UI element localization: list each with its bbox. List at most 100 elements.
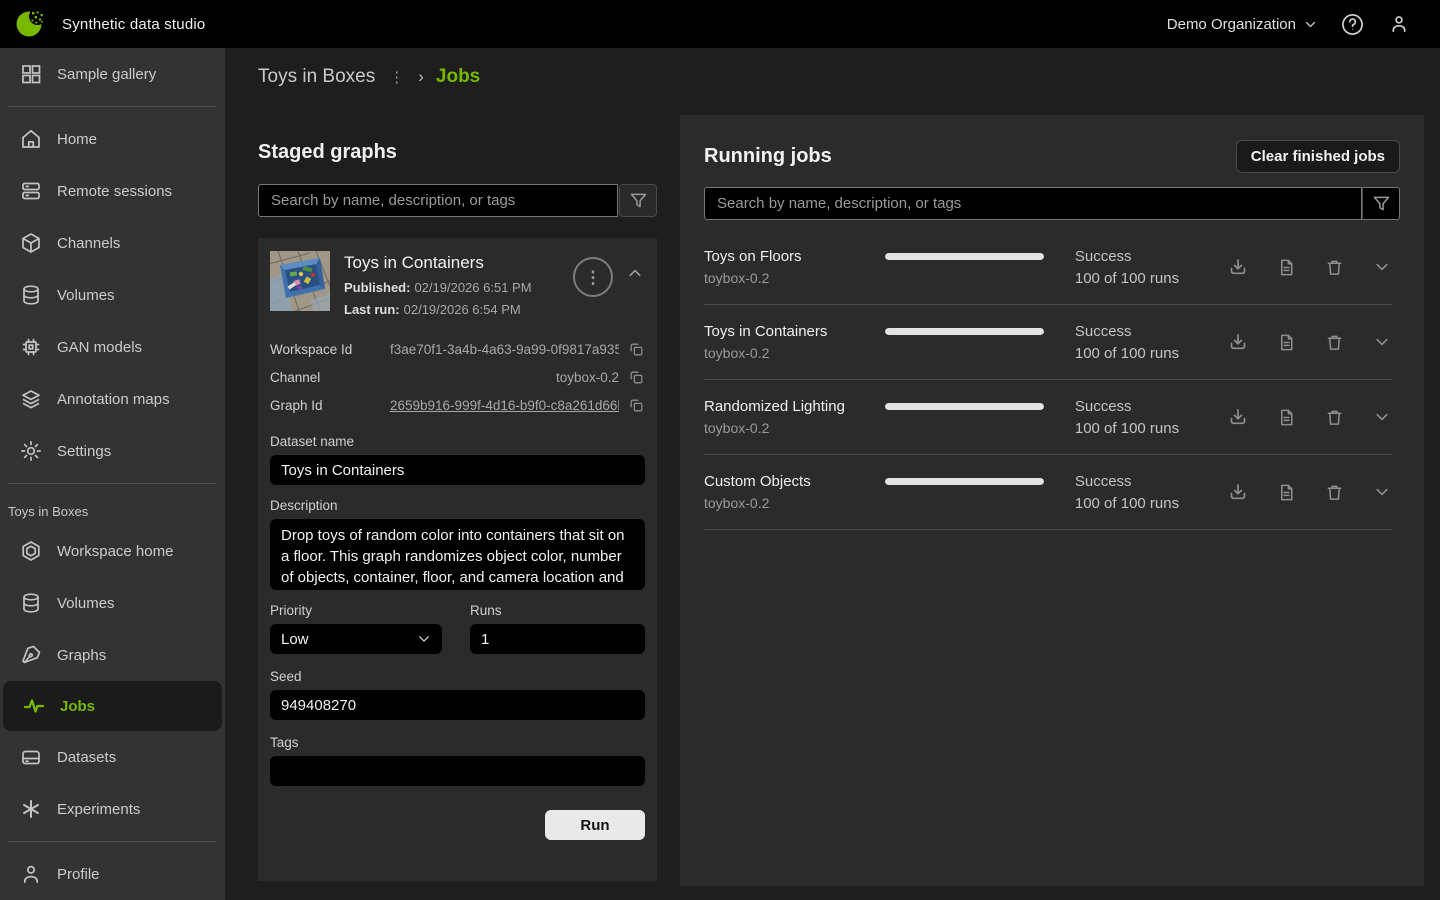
job-channel: toybox-0.2 bbox=[704, 270, 885, 286]
download-icon[interactable] bbox=[1228, 257, 1248, 277]
job-progress-bar bbox=[885, 253, 1044, 260]
sidebar-item-datasets[interactable]: Datasets bbox=[0, 731, 225, 783]
copy-icon[interactable] bbox=[628, 369, 645, 386]
sidebar-item-graphs[interactable]: Graphs bbox=[0, 629, 225, 681]
jobs-search-row bbox=[704, 187, 1400, 220]
user-icon[interactable] bbox=[1388, 13, 1410, 35]
expand-row-icon[interactable] bbox=[1372, 407, 1392, 427]
sidebar-item-label: Datasets bbox=[57, 749, 116, 766]
graph-id-row: Graph Id 2659b916-999f-4d16-b9f0-c8a261d… bbox=[270, 391, 645, 419]
download-icon[interactable] bbox=[1228, 407, 1248, 427]
delete-icon[interactable] bbox=[1324, 482, 1344, 502]
sidebar-item-workspace-home[interactable]: Workspace home bbox=[0, 525, 225, 577]
log-file-icon[interactable] bbox=[1276, 332, 1296, 352]
log-file-icon[interactable] bbox=[1276, 257, 1296, 277]
log-file-icon[interactable] bbox=[1276, 407, 1296, 427]
server-icon bbox=[19, 179, 43, 203]
chip-icon bbox=[19, 335, 43, 359]
sidebar-item-jobs[interactable]: Jobs bbox=[3, 681, 222, 731]
seed-input[interactable] bbox=[270, 690, 645, 720]
job-row: Custom Objects toybox-0.2 Success 100 of… bbox=[704, 455, 1392, 530]
graph-last-run: Last run:02/19/2026 6:54 PM bbox=[344, 302, 573, 317]
expand-row-icon[interactable] bbox=[1372, 257, 1392, 277]
sidebar-item-sample-gallery[interactable]: Sample gallery bbox=[0, 48, 225, 100]
sidebar-item-experiments[interactable]: Experiments bbox=[0, 783, 225, 835]
tags-input[interactable] bbox=[270, 756, 645, 786]
description-textarea[interactable] bbox=[270, 519, 645, 590]
dataset-name-label: Dataset name bbox=[270, 434, 645, 449]
help-icon[interactable] bbox=[1341, 13, 1364, 36]
breadcrumb-kebab-icon[interactable]: ⋮ bbox=[387, 68, 406, 86]
workspace-section-label: Toys in Boxes bbox=[0, 490, 225, 525]
org-selector[interactable]: Demo Organization bbox=[1167, 16, 1317, 33]
job-runs-count: 100 of 100 runs bbox=[1075, 345, 1226, 362]
sidebar-item-annotation-maps[interactable]: Annotation maps bbox=[0, 373, 225, 425]
app-title: Synthetic data studio bbox=[62, 16, 205, 33]
sidebar-item-channels[interactable]: Channels bbox=[0, 217, 225, 269]
workspace-id-row: Workspace Id f3ae70f1-3a4b-4a63-9a99-0f9… bbox=[270, 335, 645, 363]
staged-search-input[interactable] bbox=[258, 184, 618, 217]
filter-icon[interactable] bbox=[619, 184, 657, 217]
job-name: Randomized Lighting bbox=[704, 398, 885, 415]
grid-icon bbox=[19, 62, 43, 86]
dataset-name-input[interactable] bbox=[270, 455, 645, 485]
download-icon[interactable] bbox=[1228, 332, 1248, 352]
description-label: Description bbox=[270, 498, 645, 513]
log-file-icon[interactable] bbox=[1276, 482, 1296, 502]
graph-published: Published:02/19/2026 6:51 PM bbox=[344, 280, 573, 295]
breadcrumb-workspace[interactable]: Toys in Boxes bbox=[258, 66, 375, 88]
job-status: Success bbox=[1075, 323, 1226, 340]
job-row: Toys in Containers toybox-0.2 Success 10… bbox=[704, 305, 1392, 380]
sidebar-item-label: GAN models bbox=[57, 339, 142, 356]
delete-icon[interactable] bbox=[1324, 257, 1344, 277]
download-icon[interactable] bbox=[1228, 482, 1248, 502]
collapse-card-button[interactable] bbox=[627, 265, 643, 317]
runs-input[interactable] bbox=[470, 624, 645, 654]
seed-label: Seed bbox=[270, 669, 645, 684]
sidebar-item-remote-sessions[interactable]: Remote sessions bbox=[0, 165, 225, 217]
graph-card-menu-button[interactable]: ⋮ bbox=[573, 257, 613, 297]
graph-card-title: Toys in Containers bbox=[344, 253, 573, 273]
job-name: Custom Objects bbox=[704, 473, 885, 490]
sidebar-item-label: Volumes bbox=[57, 287, 115, 304]
sidebar-item-volumes[interactable]: Volumes bbox=[0, 269, 225, 321]
sidebar-item-settings[interactable]: Settings bbox=[0, 425, 225, 477]
sidebar-item-label: Home bbox=[57, 131, 97, 148]
sidebar-item-workspace-volumes[interactable]: Volumes bbox=[0, 577, 225, 629]
filter-icon[interactable] bbox=[1362, 187, 1400, 220]
clear-finished-jobs-button[interactable]: Clear finished jobs bbox=[1236, 140, 1400, 173]
jobs-search-input[interactable] bbox=[704, 187, 1362, 220]
pen-nib-icon bbox=[19, 643, 43, 667]
sidebar-item-label: Experiments bbox=[57, 801, 140, 818]
sidebar-item-label: Settings bbox=[57, 443, 111, 460]
cube-icon bbox=[19, 231, 43, 255]
job-status: Success bbox=[1075, 398, 1226, 415]
copy-icon[interactable] bbox=[628, 397, 645, 414]
run-button[interactable]: Run bbox=[545, 810, 645, 840]
graph-thumbnail bbox=[270, 251, 330, 311]
delete-icon[interactable] bbox=[1324, 407, 1344, 427]
sidebar-item-home[interactable]: Home bbox=[0, 113, 225, 165]
chevron-down-icon bbox=[1304, 18, 1317, 31]
runs-label: Runs bbox=[470, 603, 645, 618]
job-status: Success bbox=[1075, 248, 1226, 265]
priority-label: Priority bbox=[270, 603, 442, 618]
running-jobs-title: Running jobs bbox=[704, 145, 832, 168]
chevron-up-icon bbox=[627, 265, 643, 281]
delete-icon[interactable] bbox=[1324, 332, 1344, 352]
sidebar-item-label: Remote sessions bbox=[57, 183, 172, 200]
expand-row-icon[interactable] bbox=[1372, 482, 1392, 502]
graph-id-link[interactable]: 2659b916-999f-4d16-b9f0-c8a261d66b14 bbox=[390, 398, 619, 413]
job-progress-bar bbox=[885, 403, 1044, 410]
copy-icon[interactable] bbox=[628, 341, 645, 358]
job-list: Toys on Floors toybox-0.2 Success 100 of… bbox=[704, 230, 1392, 530]
kebab-icon: ⋮ bbox=[585, 269, 602, 286]
sidebar-item-gan-models[interactable]: GAN models bbox=[0, 321, 225, 373]
priority-select[interactable]: Low bbox=[270, 624, 442, 654]
sidebar-item-label: Annotation maps bbox=[57, 391, 170, 408]
breadcrumb: Toys in Boxes ⋮ › Jobs bbox=[258, 66, 480, 88]
pulse-icon bbox=[22, 694, 46, 718]
sidebar-item-profile[interactable]: Profile bbox=[0, 848, 225, 900]
expand-row-icon[interactable] bbox=[1372, 332, 1392, 352]
asterisk-icon bbox=[19, 797, 43, 821]
